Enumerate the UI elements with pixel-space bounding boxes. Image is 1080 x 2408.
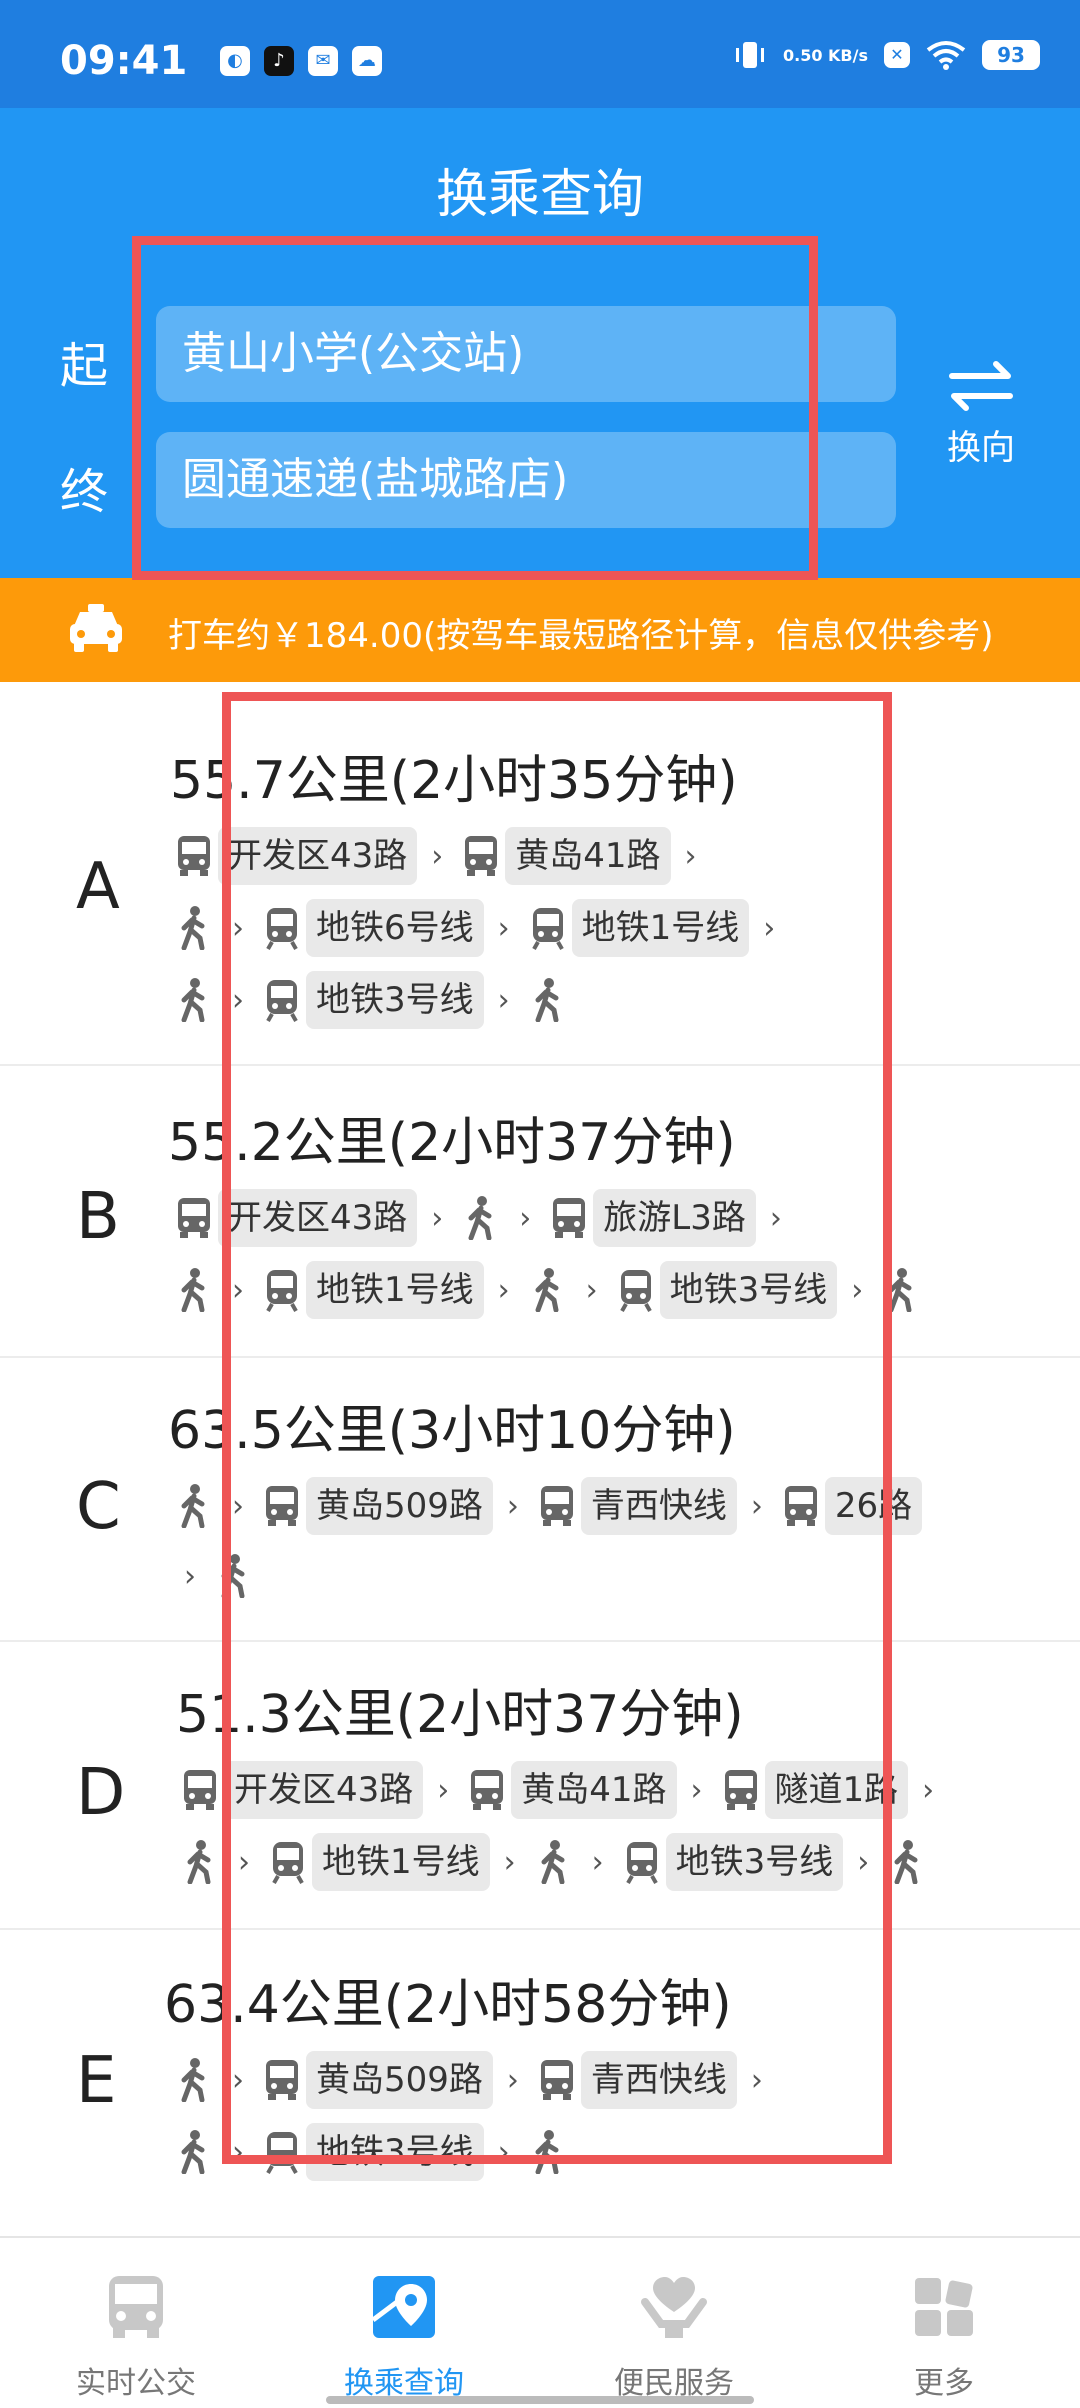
highlight-box-routes	[222, 692, 892, 2164]
taxi-icon	[70, 604, 122, 652]
swap-label: 换向	[947, 428, 1015, 468]
grid-icon	[915, 2278, 973, 2336]
taxi-estimate: 打车约￥184.00(按驾车最短路径计算，信息仅供参考)	[168, 616, 994, 656]
chevron-right-icon: ›	[922, 1772, 935, 1808]
chevron-right-icon: ›	[184, 1558, 196, 1594]
walk-icon	[170, 2056, 218, 2104]
walk-icon	[170, 1482, 218, 1530]
nav-item-realtime-bus[interactable]: 实时公交	[36, 2272, 236, 2402]
nav-label: 更多	[914, 2366, 974, 2401]
wifi-icon	[926, 41, 966, 70]
battery-icon: 93	[982, 40, 1040, 70]
walk-icon	[170, 1266, 218, 1314]
status-bar: 09:41 ◐ ♪ ✉ ☁ 0.50 KB/s ✕ 93	[0, 0, 1080, 108]
heart-hand-icon	[641, 2277, 707, 2338]
nav-item-more[interactable]: 更多	[844, 2272, 1044, 2402]
route-letter: A	[76, 850, 120, 924]
notification-icons: ◐ ♪ ✉ ☁	[220, 46, 382, 76]
walk-icon	[176, 1838, 224, 1886]
route-letter: D	[76, 1756, 126, 1830]
highlight-box-inputs	[132, 236, 818, 580]
app-notification-icon: ☁	[352, 46, 382, 76]
walk-icon	[170, 976, 218, 1024]
taxi-banner[interactable]: 打车约￥184.00(按驾车最短路径计算，信息仅供参考)	[0, 578, 1080, 682]
home-indicator	[326, 2396, 754, 2404]
swap-button[interactable]: 换向	[936, 360, 1026, 469]
start-label: 起	[60, 338, 109, 394]
tiktok-icon: ♪	[264, 46, 294, 76]
walk-icon	[170, 904, 218, 952]
route-letter: E	[76, 2044, 117, 2118]
vibrate-icon	[735, 42, 764, 68]
swap-arrows-icon	[949, 361, 1013, 411]
app-notification-icon: ◐	[220, 46, 250, 76]
no-sim-icon: ✕	[884, 42, 910, 68]
nav-label: 实时公交	[76, 2366, 196, 2401]
bus-icon	[170, 1194, 218, 1242]
message-icon: ✉	[308, 46, 338, 76]
bottom-nav: 实时公交 换乘查询 便民服务 更多	[0, 2236, 1080, 2408]
page-title: 换乘查询	[435, 165, 644, 225]
status-time: 09:41	[60, 38, 188, 84]
nav-item-convenience[interactable]: 便民服务	[574, 2272, 774, 2402]
route-letter: B	[76, 1180, 120, 1254]
status-right: 0.50 KB/s ✕ 93	[733, 40, 1040, 70]
net-speed: 0.50 KB/s	[782, 45, 868, 65]
bus-icon	[109, 2276, 163, 2338]
end-label: 终	[60, 464, 109, 520]
route-letter: C	[76, 1470, 121, 1544]
bus-icon	[176, 1766, 224, 1814]
walk-icon	[170, 2128, 218, 2176]
map-pin-icon	[371, 2276, 435, 2338]
bus-icon	[170, 832, 218, 880]
nav-item-transfer-query[interactable]: 换乘查询	[304, 2272, 504, 2402]
